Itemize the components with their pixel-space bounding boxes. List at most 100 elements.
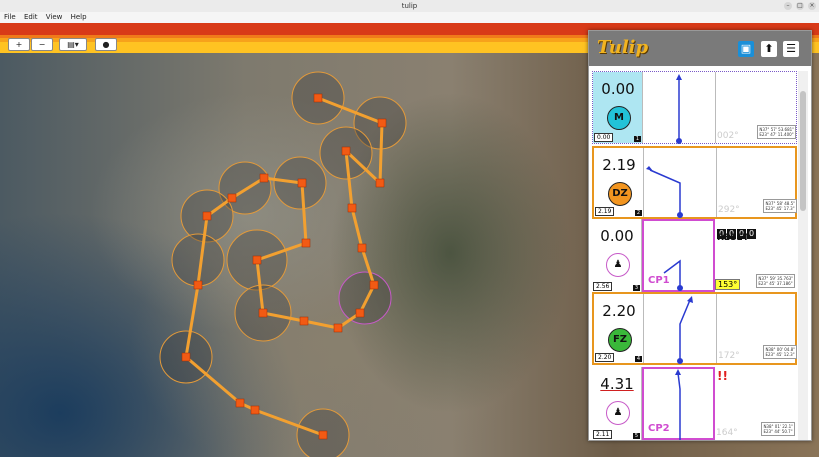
notes-cell[interactable]: 292° N37° 58' 48.5" E23° 45' 17.3" bbox=[717, 148, 799, 217]
partial-distance: 2.56 bbox=[593, 282, 613, 291]
roadbook-panel: Tulip ▣ ⬆ ☰ 0.00 M 0.00 1 002° N37° 57' … bbox=[588, 30, 812, 441]
menu-view[interactable]: View bbox=[46, 13, 63, 21]
window-title: tulip bbox=[401, 2, 418, 10]
checkpoint-label: CP2 bbox=[648, 423, 670, 434]
waypoint-marker[interactable] bbox=[355, 308, 365, 318]
maximize-icon[interactable]: □ bbox=[796, 2, 804, 10]
total-distance: 4.31 bbox=[600, 375, 634, 393]
tulip-logo: Tulip bbox=[597, 37, 649, 58]
waypoint-marker[interactable] bbox=[341, 146, 351, 156]
roadbook-row[interactable]: 2.19 DZ 2.19 2 292° N37° 58' 48.5" E23° 4… bbox=[592, 146, 797, 219]
panel-scrollbar[interactable] bbox=[798, 71, 808, 440]
waypoint-marker[interactable] bbox=[301, 238, 311, 248]
checkpoint-badge: ♟ bbox=[606, 401, 630, 425]
waypoint-marker[interactable] bbox=[258, 308, 268, 318]
waypoint-marker[interactable] bbox=[313, 93, 323, 103]
waypoint-marker[interactable] bbox=[181, 352, 191, 362]
menu-button[interactable]: ☰ bbox=[783, 41, 799, 57]
gps-coordinates: N37° 57' 53.681" E23° 47' 11.400" bbox=[757, 125, 796, 139]
notes-cell[interactable]: 172° N38° 00' 04.8" E23° 45' 12.3" bbox=[717, 294, 799, 363]
waypoint-marker[interactable] bbox=[235, 398, 245, 408]
stamp-icon: ♟ bbox=[613, 407, 623, 418]
waypoint-circles bbox=[159, 71, 407, 457]
waypoint-marker[interactable] bbox=[333, 323, 343, 333]
roadbook-row[interactable]: 0.00 ♟ 2.56 3 CP1 0000 RESET 153° N37° 5… bbox=[592, 219, 797, 292]
waypoint-marker[interactable] bbox=[193, 280, 203, 290]
gps-coordinates: N38° 00' 04.8" E23° 45' 12.3" bbox=[763, 345, 797, 359]
gps-coordinates: N37° 58' 48.5" E23° 45' 17.3" bbox=[763, 199, 797, 213]
zoom-out-button[interactable]: − bbox=[31, 38, 53, 51]
notes-cell[interactable]: 002° N37° 57' 53.681" E23° 47' 11.400" bbox=[716, 72, 798, 143]
tulip-diagram-cell[interactable]: CP2 bbox=[642, 367, 715, 440]
waypoint-type-badge: M bbox=[607, 106, 631, 130]
tulip-diagram bbox=[646, 166, 683, 218]
distance-cell: 2.20 FZ 2.20 4 bbox=[594, 294, 644, 363]
tulip-diagram bbox=[676, 74, 682, 144]
total-distance: 2.20 bbox=[602, 302, 636, 320]
notes-cell[interactable]: 0000 RESET 153° N37° 59' 35.763" E23° 45'… bbox=[715, 219, 797, 292]
scrollbar-thumb[interactable] bbox=[800, 91, 806, 211]
zoom-in-button[interactable]: + bbox=[8, 38, 30, 51]
waypoint-circle bbox=[338, 271, 392, 325]
waypoint-marker[interactable] bbox=[318, 430, 328, 440]
cap-heading: 172° bbox=[718, 351, 740, 361]
waypoint-marker[interactable] bbox=[227, 193, 237, 203]
stamp-icon: ♟ bbox=[613, 259, 623, 270]
menu-edit[interactable]: Edit bbox=[24, 13, 38, 21]
lock-icon: ● bbox=[102, 40, 110, 49]
waypoint-marker[interactable] bbox=[299, 316, 309, 326]
total-distance: 2.19 bbox=[602, 156, 636, 174]
roadbook-row[interactable]: 2.20 FZ 2.20 4 172° N38° 00' 04.8" E23° 4… bbox=[592, 292, 797, 365]
waypoint-marker[interactable] bbox=[250, 405, 260, 415]
waypoint-marker[interactable] bbox=[347, 203, 357, 213]
lock-button[interactable]: ● bbox=[95, 38, 117, 51]
total-distance: 0.00 bbox=[600, 227, 634, 245]
export-button[interactable]: ⬆ bbox=[761, 41, 777, 57]
waypoint-marker[interactable] bbox=[259, 173, 269, 183]
panel-header: Tulip ▣ ⬆ ☰ bbox=[589, 31, 811, 66]
menu-bar: File Edit View Help bbox=[0, 12, 819, 23]
partial-distance: 2.19 bbox=[595, 207, 615, 216]
waypoint-type-badge: DZ bbox=[608, 182, 632, 206]
tulip-diagram-cell[interactable] bbox=[644, 148, 717, 218]
waypoint-marker[interactable] bbox=[375, 178, 385, 188]
tulip-diagram-cell[interactable]: CP1 bbox=[642, 219, 715, 292]
waypoint-marker[interactable] bbox=[252, 255, 262, 265]
save-icon: ▣ bbox=[740, 42, 752, 55]
notes-cell[interactable]: !! 164° N38° 01' 22.1" E23° 44' 50.7" bbox=[715, 367, 797, 440]
cap-heading: 153° bbox=[715, 279, 741, 290]
roadbook-row[interactable]: 0.00 M 0.00 1 002° N37° 57' 53.681" E23° … bbox=[592, 71, 797, 144]
hamburger-icon: ☰ bbox=[786, 42, 796, 55]
waypoint-marker[interactable] bbox=[202, 211, 212, 221]
gps-coordinates: N37° 59' 35.763" E23° 45' 37.186" bbox=[756, 274, 795, 288]
partial-distance: 2.20 bbox=[595, 353, 615, 362]
reset-label: RESET bbox=[717, 233, 749, 243]
distance-cell: 2.19 DZ 2.19 2 bbox=[594, 148, 644, 217]
cap-heading: 292° bbox=[718, 205, 740, 215]
minimize-icon[interactable]: – bbox=[784, 2, 792, 10]
row-index: 1 bbox=[633, 136, 641, 142]
close-icon[interactable]: × bbox=[808, 2, 816, 10]
waypoint-marker[interactable] bbox=[377, 118, 387, 128]
row-index: 4 bbox=[634, 356, 642, 362]
layers-dropdown[interactable]: ▤▾ bbox=[59, 38, 87, 51]
waypoint-type-badge: FZ bbox=[608, 328, 632, 352]
row-index: 2 bbox=[634, 210, 642, 216]
waypoint-marker[interactable] bbox=[357, 243, 367, 253]
waypoint-marker[interactable] bbox=[369, 280, 379, 290]
save-button[interactable]: ▣ bbox=[738, 41, 754, 57]
tulip-diagram-cell[interactable] bbox=[644, 294, 717, 364]
menu-help[interactable]: Help bbox=[71, 13, 87, 21]
roadbook-row[interactable]: 4.31 ♟ 2.11 5 CP2 !! 164° N38° 01' 22.1"… bbox=[592, 367, 797, 440]
checkpoint-badge: ♟ bbox=[606, 253, 630, 277]
tulip-diagram-cell[interactable] bbox=[643, 72, 716, 144]
total-distance: 0.00 bbox=[601, 80, 635, 98]
row-index: 3 bbox=[632, 285, 640, 291]
waypoint-marker[interactable] bbox=[297, 178, 307, 188]
cap-heading: 164° bbox=[716, 428, 738, 438]
upload-arrow-icon: ⬆ bbox=[764, 42, 774, 55]
row-index: 5 bbox=[632, 433, 640, 439]
distance-cell: 0.00 M 0.00 1 bbox=[593, 72, 643, 143]
partial-distance: 2.11 bbox=[593, 430, 613, 439]
menu-file[interactable]: File bbox=[4, 13, 16, 21]
